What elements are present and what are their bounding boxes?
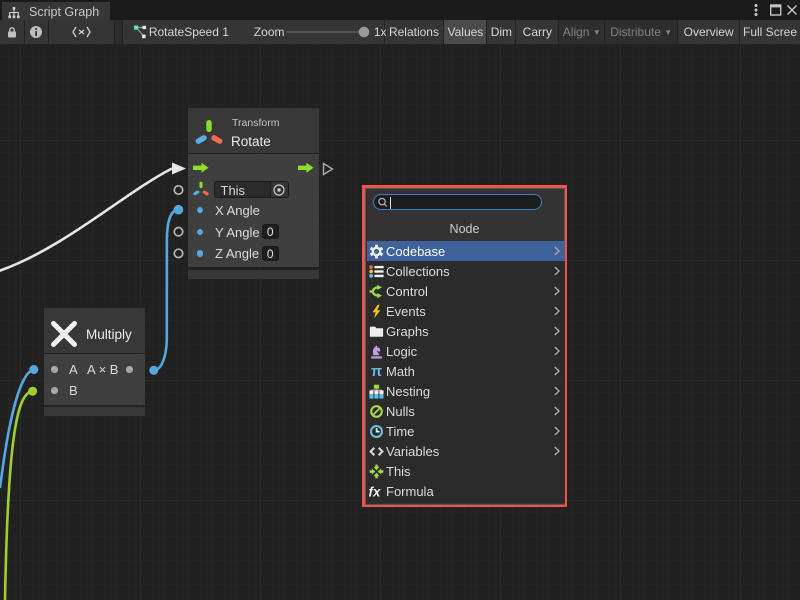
svg-text:π: π: [371, 364, 382, 380]
svg-text:fx: fx: [369, 484, 381, 499]
